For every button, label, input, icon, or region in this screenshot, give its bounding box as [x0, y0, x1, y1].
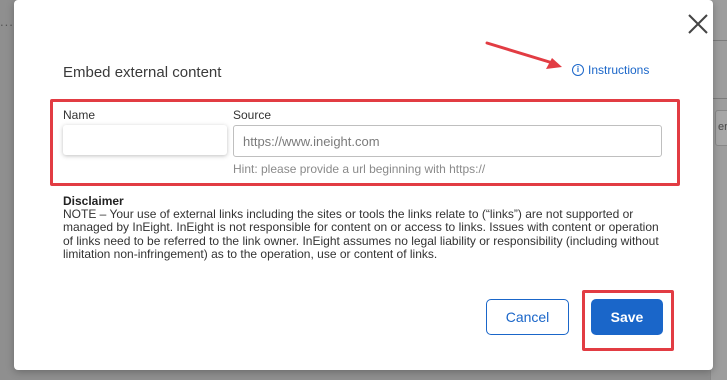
background-divider	[711, 98, 727, 99]
save-button[interactable]: Save	[591, 299, 663, 335]
embed-content-dialog: Embed external content i Instructions Na…	[14, 0, 713, 370]
disclaimer-title: Disclaimer	[63, 194, 124, 208]
name-label: Name	[63, 108, 96, 122]
background-divider	[711, 40, 727, 41]
info-icon: i	[572, 64, 584, 76]
source-hint: Hint: please provide a url beginning wit…	[233, 162, 486, 176]
dialog-title: Embed external content	[63, 64, 222, 81]
cancel-button[interactable]: Cancel	[486, 299, 569, 335]
close-icon	[688, 14, 708, 34]
source-label: Source	[233, 108, 272, 122]
disclaimer-text: NOTE – Your use of external links includ…	[63, 207, 659, 262]
instructions-link[interactable]: i Instructions	[572, 63, 649, 77]
red-arrow-icon	[485, 41, 562, 69]
background-chip-text: ere	[718, 121, 727, 133]
source-input[interactable]	[233, 125, 662, 157]
instructions-label: Instructions	[588, 63, 650, 77]
close-button[interactable]	[684, 10, 712, 38]
background-menu-dots: ...	[0, 14, 14, 29]
name-input[interactable]	[63, 125, 227, 155]
background-chip: ere	[715, 110, 727, 146]
